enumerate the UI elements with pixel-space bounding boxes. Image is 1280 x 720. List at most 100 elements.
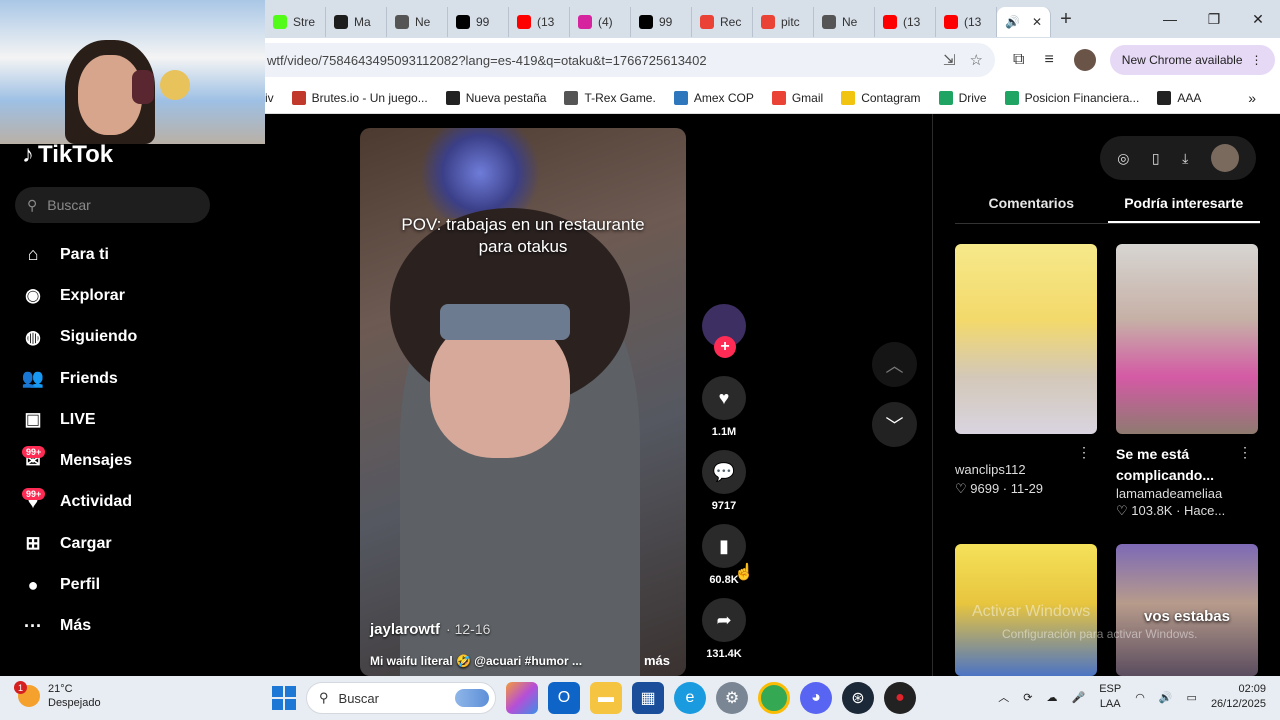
video-thumbnail[interactable] (955, 244, 1097, 434)
browser-tab[interactable]: Ne (387, 7, 448, 37)
clock[interactable]: 02:09 26/12/2025 (1211, 682, 1266, 712)
tab-active[interactable]: 🔊 ✕ (997, 7, 1051, 37)
chrome-icon[interactable] (758, 682, 790, 714)
browser-tab[interactable]: Rec (692, 7, 753, 37)
close-window-button[interactable]: ✕ (1236, 0, 1280, 38)
bookmark-item[interactable]: Drive (938, 90, 987, 105)
video-description: Mi waifu literal 🤣 @acuari #humor ... (370, 654, 583, 668)
tiktok-logo[interactable]: ♪ TikTok (22, 141, 113, 169)
tray-overflow-icon[interactable]: ︿ (998, 689, 1009, 705)
minimize-button[interactable]: — (1148, 0, 1192, 38)
comment-button[interactable]: 💬 (702, 450, 746, 494)
user-avatar[interactable] (1210, 144, 1239, 172)
sidebar-item-para-ti[interactable]: ⌂ Para ti (20, 234, 260, 275)
download-icon[interactable]: ⤓ (1182, 150, 1188, 167)
suggested-video-card[interactable]: Se me está complicando... lamamadeamelia… (1116, 244, 1258, 519)
bookmark-item[interactable]: Posicion Financiera... (1004, 90, 1139, 105)
windows-start-icon[interactable] (272, 686, 296, 710)
store-icon[interactable]: ▦ (632, 682, 664, 714)
previous-video-button[interactable]: ︿ (872, 342, 917, 387)
bookmark-item[interactable]: T-Rex Game. (564, 90, 656, 105)
sidebar-item-perfil[interactable]: ● Perfil (20, 564, 260, 605)
video-thumbnail[interactable] (1116, 244, 1258, 434)
tab-close-icon[interactable]: ✕ (1032, 15, 1042, 29)
install-app-icon[interactable]: ⇲ (943, 51, 956, 69)
suggested-video-card[interactable]: wanclips112 ♡ 9699 · 11-29 ⋮ (955, 244, 1097, 497)
microphone-icon[interactable]: 🎤 (1072, 691, 1086, 704)
media-controls-icon[interactable]: ≡ (1044, 51, 1053, 69)
outlook-icon[interactable]: O (548, 682, 580, 714)
card-username[interactable]: lamamadeameliaa (1116, 486, 1258, 501)
card-more-icon[interactable]: ⋮ (1238, 444, 1252, 461)
follow-plus-icon[interactable]: + (714, 336, 736, 358)
phone-icon[interactable]: ▯ (1152, 150, 1160, 167)
browser-tab[interactable]: Stre (265, 7, 326, 37)
bookmark-item[interactable]: Gmail (771, 90, 823, 105)
address-bar[interactable]: wtf/video/7584643495093112082?lang=es-41… (265, 43, 995, 77)
share-button[interactable]: ➦ (702, 598, 746, 642)
app-red-dot-icon[interactable]: ● (884, 682, 916, 714)
bookmark-label: AAA (1177, 90, 1202, 105)
bookmarks-overflow-icon[interactable]: » (1248, 90, 1256, 106)
bookmark-star-icon[interactable]: ☆ (970, 51, 983, 69)
profile-avatar[interactable] (1073, 49, 1096, 71)
sidebar-item-explorar[interactable]: ◉ Explorar (20, 275, 260, 316)
card-username[interactable]: wanclips112 (955, 462, 1097, 477)
bookmark-item[interactable]: iv (265, 91, 274, 105)
sidebar-item-más[interactable]: ··· Más (20, 606, 260, 647)
like-button[interactable]: ♥ (702, 376, 746, 420)
browser-tab[interactable]: pitc (753, 7, 814, 37)
search-input[interactable]: ⚲ Buscar (15, 187, 210, 223)
browser-tab[interactable]: (13 (875, 7, 936, 37)
sidebar-item-actividad[interactable]: ♥ 99+ Actividad (20, 482, 260, 523)
sidebar-item-mensajes[interactable]: ✉ 99+ Mensajes (20, 440, 260, 481)
language-indicator[interactable]: ESP LAA (1099, 682, 1121, 712)
extensions-icon[interactable]: ⧉ (1013, 51, 1024, 69)
sidebar-item-live[interactable]: ▣ LIVE (20, 399, 260, 440)
card-title[interactable]: Se me está complicando... (1116, 444, 1258, 486)
author-name[interactable]: jaylarowtf (370, 621, 440, 638)
edge-icon[interactable]: e (674, 682, 706, 714)
bookmark-item[interactable]: Amex COP (673, 90, 754, 105)
tab-recommended[interactable]: Podría interesarte (1107, 195, 1260, 223)
video-author[interactable]: jaylarowtf · 12-16 (370, 621, 490, 638)
weather-widget[interactable]: 1 21°C Despejado (14, 681, 101, 710)
card-more-icon[interactable]: ⋮ (1077, 444, 1091, 461)
sidebar-item-friends[interactable]: 👥 Friends (20, 358, 260, 399)
sidebar-item-cargar[interactable]: ⊞ Cargar (20, 523, 260, 564)
maximize-button[interactable]: ❐ (1192, 0, 1236, 38)
discord-icon[interactable]: ◕ (800, 682, 832, 714)
copilot-icon[interactable] (506, 682, 538, 714)
battery-icon[interactable]: ▭ (1187, 691, 1197, 704)
wifi-icon[interactable]: ◠ (1135, 691, 1145, 704)
browser-tab[interactable]: (13 (509, 7, 570, 37)
new-tab-button[interactable]: + (1051, 8, 1081, 31)
suggested-video-card[interactable]: vos estabas (1116, 544, 1258, 676)
sync-icon[interactable]: ⟳ (1023, 691, 1032, 704)
video-player[interactable]: POV: trabajas en un restaurante para ota… (360, 128, 686, 676)
next-video-button[interactable]: ﹀ (872, 402, 917, 447)
new-chrome-available-button[interactable]: New Chrome available ⋮ (1109, 45, 1275, 75)
bookmark-item[interactable]: AAA (1157, 90, 1202, 105)
browser-tab[interactable]: Ma (326, 7, 387, 37)
browser-tab[interactable]: 99 (631, 7, 692, 37)
video-thumbnail[interactable]: vos estabas (1116, 544, 1258, 676)
file-explorer-icon[interactable]: ▬ (590, 682, 622, 714)
browser-tab[interactable]: (4) (570, 7, 631, 37)
bookmark-item[interactable]: Contagram (841, 90, 921, 105)
browser-tab[interactable]: Ne (814, 7, 875, 37)
tab-comments[interactable]: Comentarios (955, 195, 1108, 223)
bookmark-item[interactable]: Nueva pestaña (445, 90, 546, 105)
explore-icon[interactable]: ◎ (1117, 150, 1129, 167)
settings-icon[interactable]: ⚙ (716, 682, 748, 714)
steam-icon[interactable]: ⊛ (842, 682, 874, 714)
volume-icon[interactable]: 🔊 (1159, 691, 1173, 704)
browser-tab[interactable]: (13 (936, 7, 997, 37)
description-more-link[interactable]: más (644, 653, 670, 668)
cloud-icon[interactable]: ☁ (1047, 691, 1058, 704)
creator-avatar[interactable]: + (702, 304, 746, 358)
taskbar-search[interactable]: ⚲ Buscar (306, 682, 496, 714)
bookmark-item[interactable]: Brutes.io - Un juego... (291, 90, 428, 105)
browser-tab[interactable]: 99 (448, 7, 509, 37)
sidebar-item-siguiendo[interactable]: ◍ Siguiendo (20, 317, 260, 358)
